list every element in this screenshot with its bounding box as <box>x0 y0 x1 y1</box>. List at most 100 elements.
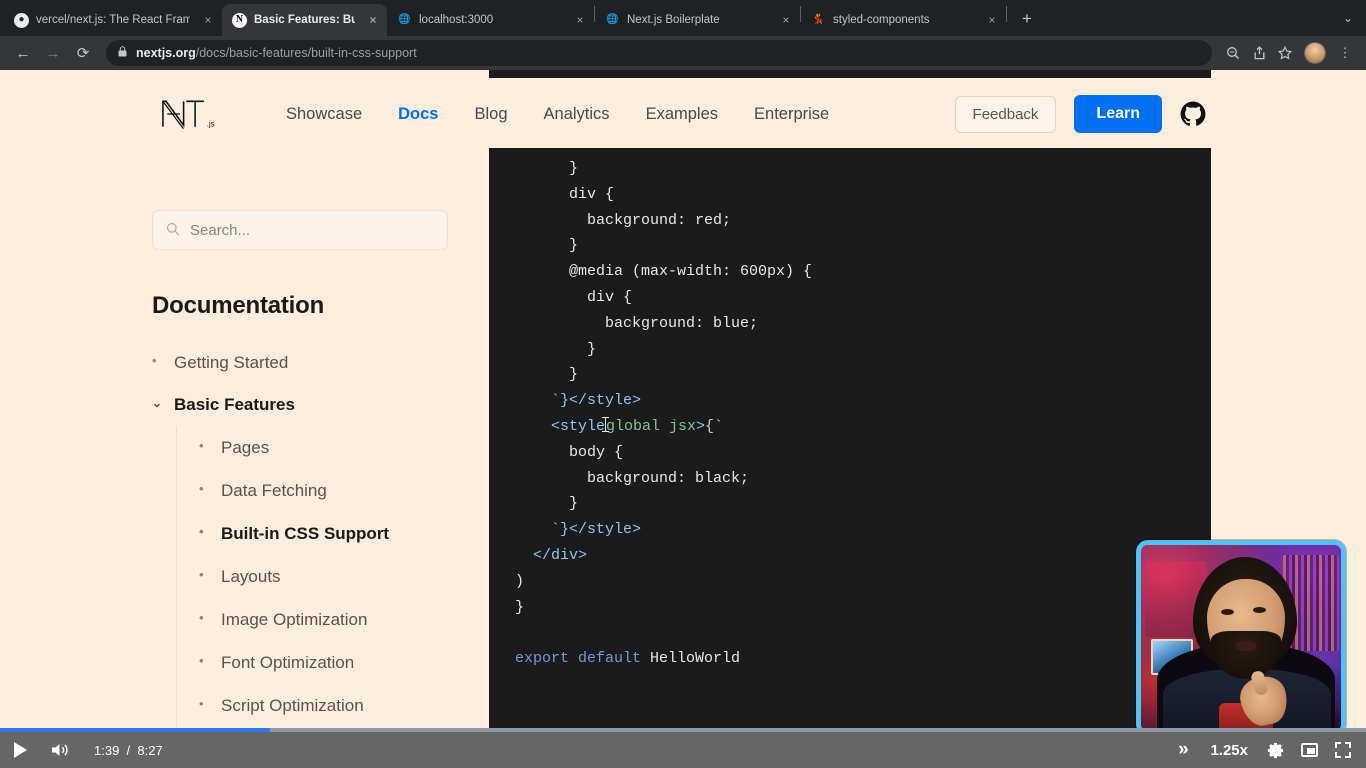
nav-item-analytics[interactable]: Analytics <box>544 105 610 124</box>
progress-bar[interactable] <box>0 728 1366 732</box>
code-text: } div { background: red; } @media (max-w… <box>489 156 1211 672</box>
browser-tab[interactable]: ● vercel/next.js: The React Fram × <box>4 4 222 36</box>
styled-components-icon: 💃 <box>812 14 825 25</box>
close-icon[interactable]: × <box>572 12 588 28</box>
svg-text:.js: .js <box>207 120 215 129</box>
url-path: /docs/basic-features/built-in-css-suppor… <box>195 46 417 60</box>
globe-icon: 🌐 <box>606 14 619 25</box>
code-line: } <box>515 598 525 616</box>
code-line: div { <box>515 185 615 203</box>
browser-tab[interactable]: 💃 styled-components × <box>801 4 1006 36</box>
fullscreen-icon[interactable] <box>1326 732 1360 768</box>
sidebar-item-built-in-css-support[interactable]: • Built-in CSS Support <box>177 512 452 555</box>
picture-in-picture-icon[interactable] <box>1292 732 1326 768</box>
tab-title: vercel/next.js: The React Fram <box>36 14 190 26</box>
close-icon[interactable]: × <box>200 12 216 28</box>
site-navigation: .js Showcase Docs Blog Analytics Example… <box>0 78 1366 150</box>
chevron-down-icon: ⌄ <box>152 396 163 410</box>
nav-item-blog[interactable]: Blog <box>475 105 508 124</box>
profile-avatar[interactable] <box>1304 42 1326 64</box>
sidebar-item-label: Pages <box>221 437 270 457</box>
address-bar-text: nextjs.org/docs/basic-features/built-in-… <box>136 46 417 60</box>
nav-item-docs[interactable]: Docs <box>398 105 438 124</box>
address-bar[interactable]: nextjs.org/docs/basic-features/built-in-… <box>106 40 1212 66</box>
sidebar-item-label: Script Optimization <box>221 695 364 715</box>
code-line: } <box>515 340 597 358</box>
tab-title: styled-components <box>833 14 930 26</box>
search-placeholder: Search... <box>190 221 251 239</box>
url-domain: nextjs.org <box>136 46 196 60</box>
sidebar-nav-tree: • Getting Started ⌄ Basic Features • Pag… <box>152 342 452 727</box>
sidebar-item-basic-features[interactable]: ⌄ Basic Features <box>152 384 452 426</box>
sidebar-item-label: Data Fetching <box>221 480 327 500</box>
code-line: @media (max-width: 600px) { <box>515 263 813 281</box>
code-line: } <box>515 495 579 513</box>
sidebar-item-label: Image Optimization <box>221 609 368 629</box>
webcam-overlay[interactable] <box>1136 540 1346 736</box>
code-line: `}</style> <box>515 521 642 539</box>
play-button[interactable] <box>0 732 40 768</box>
next-chapter-icon[interactable]: » <box>1166 732 1200 768</box>
code-line: } <box>515 160 579 177</box>
settings-gear-icon[interactable] <box>1258 732 1292 768</box>
browser-menu-icon[interactable]: ⋮ <box>1332 40 1358 66</box>
close-icon[interactable]: × <box>778 12 794 28</box>
code-line: div { <box>515 288 633 306</box>
webcam-person-eye-left <box>1221 609 1234 615</box>
nav-item-examples[interactable]: Examples <box>646 105 718 124</box>
tab-search-chevron-icon[interactable]: ⌄ <box>1334 4 1362 32</box>
sidebar-item-layouts[interactable]: • Layouts <box>177 555 452 598</box>
playback-speed[interactable]: 1.25x <box>1210 742 1248 759</box>
browser-tab[interactable]: 🌐 Next.js Boilerplate × <box>595 4 800 36</box>
sidebar-item-label: Getting Started <box>174 353 289 372</box>
search-icon <box>166 222 180 239</box>
duration: 8:27 <box>137 742 163 758</box>
sidebar-item-script-optimization[interactable]: • Script Optimization <box>177 684 452 727</box>
sidebar-item-image-optimization[interactable]: • Image Optimization <box>177 598 452 641</box>
time-separator: / <box>126 742 131 758</box>
browser-tab-active[interactable]: N Basic Features: Built-in CSS S × <box>222 4 387 36</box>
sidebar-item-label: Layouts <box>221 566 281 586</box>
browser-toolbar: ← → ⟳ nextjs.org/docs/basic-features/bui… <box>0 36 1366 70</box>
bullet-icon: • <box>199 523 204 539</box>
globe-icon: 🌐 <box>398 14 411 25</box>
browser-tab[interactable]: 🌐 localhost:3000 × <box>387 4 594 36</box>
tab-title: Basic Features: Built-in CSS S <box>254 14 355 26</box>
sidebar-item-data-fetching[interactable]: • Data Fetching <box>177 469 452 512</box>
nav-item-showcase[interactable]: Showcase <box>286 105 362 124</box>
volume-icon[interactable] <box>40 732 80 768</box>
bullet-icon: • <box>152 353 157 368</box>
code-line: background: red; <box>515 211 732 229</box>
site-nav-actions: Feedback Learn <box>954 95 1206 133</box>
current-time: 1:39 <box>94 742 120 758</box>
sidebar-item-label: Basic Features <box>174 395 295 414</box>
learn-button[interactable]: Learn <box>1074 95 1162 133</box>
share-icon[interactable] <box>1246 40 1272 66</box>
sidebar-item-getting-started[interactable]: • Getting Started <box>152 342 452 384</box>
close-icon[interactable]: × <box>365 12 381 28</box>
bullet-icon: • <box>199 566 204 582</box>
close-icon[interactable]: × <box>984 12 1000 28</box>
nav-item-enterprise[interactable]: Enterprise <box>754 105 829 124</box>
github-icon[interactable] <box>1180 101 1206 127</box>
tab-title: Next.js Boilerplate <box>627 14 720 26</box>
code-block[interactable]: } div { background: red; } @media (max-w… <box>489 148 1211 763</box>
code-line: background: blue; <box>515 314 759 332</box>
search-input[interactable]: Search... <box>152 210 448 250</box>
player-left-controls: 1:39 / 8:27 <box>0 732 163 768</box>
back-button[interactable]: ← <box>8 38 38 68</box>
forward-button[interactable]: → <box>38 38 68 68</box>
feedback-button[interactable]: Feedback <box>954 95 1057 133</box>
code-line-export: export default HelloWorld <box>515 650 741 668</box>
code-line: `}</style> <box>515 392 642 410</box>
bullet-icon: • <box>199 695 204 711</box>
nextjs-logo[interactable]: .js <box>160 99 238 130</box>
sidebar-item-pages[interactable]: • Pages <box>177 426 452 469</box>
github-icon: ● <box>14 12 29 28</box>
bullet-icon: • <box>199 480 204 496</box>
reload-button[interactable]: ⟳ <box>68 38 98 68</box>
bookmark-star-icon[interactable] <box>1272 40 1298 66</box>
new-tab-button[interactable]: + <box>1013 5 1041 33</box>
sidebar-item-font-optimization[interactable]: • Font Optimization <box>177 641 452 684</box>
zoom-icon[interactable] <box>1220 40 1246 66</box>
